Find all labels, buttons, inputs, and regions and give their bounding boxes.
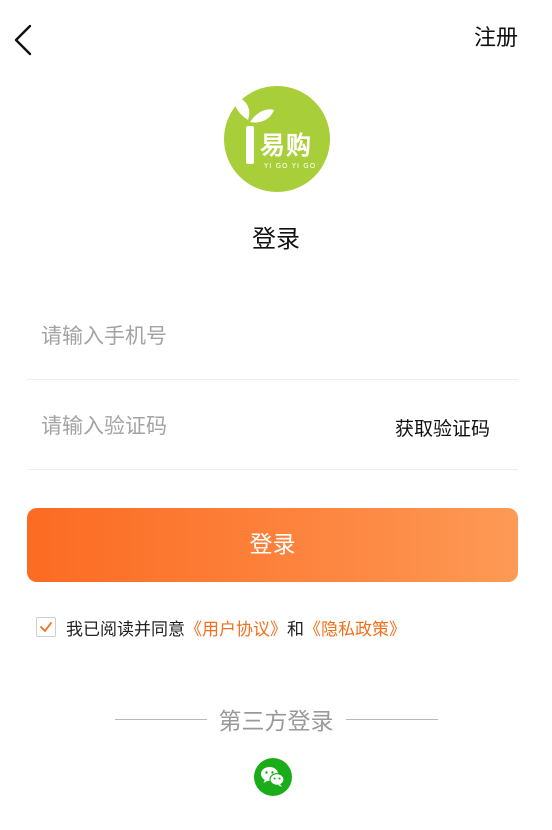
privacy-policy-link[interactable]: 《隐私政策》 — [304, 620, 406, 640]
wechat-login-button[interactable] — [254, 758, 292, 796]
get-code-button[interactable]: 获取验证码 — [395, 416, 490, 442]
chevron-left-icon — [14, 24, 32, 56]
logo-subtext: YI GO YI GO — [264, 162, 317, 170]
logo-text: 易购 — [260, 131, 313, 160]
third-party-login: 第三方登录 — [0, 704, 552, 735]
agreement-row: 我已阅读并同意《用户协议》和《隐私政策》 — [36, 614, 406, 640]
agreement-prefix: 我已阅读并同意 — [66, 619, 185, 640]
phone-input[interactable] — [41, 292, 361, 380]
third-party-label: 第三方登录 — [218, 709, 334, 735]
app-logo: 易购 YI GO YI GO — [224, 86, 330, 192]
agreement-checkbox[interactable] — [36, 617, 56, 637]
checkmark-icon — [40, 622, 52, 632]
register-link[interactable]: 注册 — [474, 24, 518, 54]
phone-field — [27, 292, 518, 380]
wechat-icon — [261, 767, 285, 787]
divider-right — [345, 718, 438, 720]
agreement-connector: 和 — [287, 619, 304, 640]
page-title: 登录 — [252, 225, 300, 253]
verification-code-input[interactable] — [41, 382, 361, 470]
back-button[interactable] — [10, 20, 46, 60]
login-button[interactable]: 登录 — [27, 508, 518, 582]
agreement-text: 我已阅读并同意《用户协议》和《隐私政策》 — [66, 615, 406, 640]
code-field: 获取验证码 — [27, 382, 518, 470]
divider-left — [114, 718, 207, 720]
user-agreement-link[interactable]: 《用户协议》 — [185, 620, 287, 640]
